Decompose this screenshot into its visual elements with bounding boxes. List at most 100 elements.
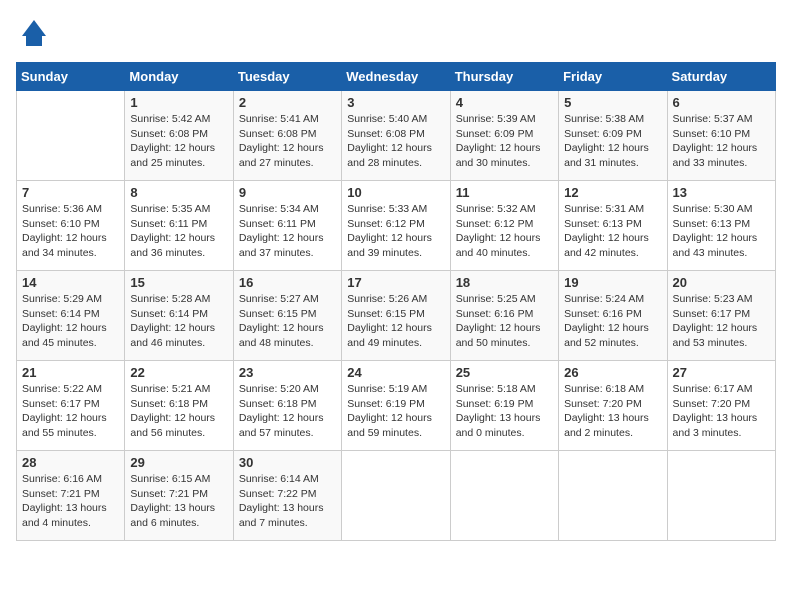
day-info: Sunrise: 5:38 AM Sunset: 6:09 PM Dayligh…: [564, 112, 661, 171]
day-info: Sunrise: 6:17 AM Sunset: 7:20 PM Dayligh…: [673, 382, 770, 441]
day-cell: 28 Sunrise: 6:16 AM Sunset: 7:21 PM Dayli…: [17, 451, 125, 541]
day-number: 22: [130, 365, 227, 380]
day-number: 1: [130, 95, 227, 110]
day-number: 8: [130, 185, 227, 200]
day-cell: 15 Sunrise: 5:28 AM Sunset: 6:14 PM Dayli…: [125, 271, 233, 361]
day-cell: 27 Sunrise: 6:17 AM Sunset: 7:20 PM Dayli…: [667, 361, 775, 451]
day-number: 16: [239, 275, 336, 290]
logo-icon: [16, 16, 52, 52]
day-number: 17: [347, 275, 444, 290]
day-number: 13: [673, 185, 770, 200]
day-info: Sunrise: 5:42 AM Sunset: 6:08 PM Dayligh…: [130, 112, 227, 171]
day-info: Sunrise: 5:30 AM Sunset: 6:13 PM Dayligh…: [673, 202, 770, 261]
day-info: Sunrise: 5:40 AM Sunset: 6:08 PM Dayligh…: [347, 112, 444, 171]
day-cell: [450, 451, 558, 541]
day-number: 24: [347, 365, 444, 380]
day-info: Sunrise: 5:18 AM Sunset: 6:19 PM Dayligh…: [456, 382, 553, 441]
day-info: Sunrise: 5:20 AM Sunset: 6:18 PM Dayligh…: [239, 382, 336, 441]
day-info: Sunrise: 5:24 AM Sunset: 6:16 PM Dayligh…: [564, 292, 661, 351]
day-info: Sunrise: 5:26 AM Sunset: 6:15 PM Dayligh…: [347, 292, 444, 351]
day-cell: 26 Sunrise: 6:18 AM Sunset: 7:20 PM Dayli…: [559, 361, 667, 451]
day-info: Sunrise: 5:36 AM Sunset: 6:10 PM Dayligh…: [22, 202, 119, 261]
day-number: 30: [239, 455, 336, 470]
day-number: 4: [456, 95, 553, 110]
header-monday: Monday: [125, 63, 233, 91]
day-cell: 10 Sunrise: 5:33 AM Sunset: 6:12 PM Dayli…: [342, 181, 450, 271]
day-cell: 20 Sunrise: 5:23 AM Sunset: 6:17 PM Dayli…: [667, 271, 775, 361]
day-number: 12: [564, 185, 661, 200]
page-header: [16, 16, 776, 52]
day-info: Sunrise: 5:34 AM Sunset: 6:11 PM Dayligh…: [239, 202, 336, 261]
day-cell: [559, 451, 667, 541]
day-number: 23: [239, 365, 336, 380]
day-number: 10: [347, 185, 444, 200]
day-cell: 22 Sunrise: 5:21 AM Sunset: 6:18 PM Dayli…: [125, 361, 233, 451]
day-cell: 1 Sunrise: 5:42 AM Sunset: 6:08 PM Daylig…: [125, 91, 233, 181]
day-cell: 12 Sunrise: 5:31 AM Sunset: 6:13 PM Dayli…: [559, 181, 667, 271]
day-number: 9: [239, 185, 336, 200]
day-number: 28: [22, 455, 119, 470]
day-info: Sunrise: 6:16 AM Sunset: 7:21 PM Dayligh…: [22, 472, 119, 531]
day-number: 25: [456, 365, 553, 380]
day-cell: 14 Sunrise: 5:29 AM Sunset: 6:14 PM Dayli…: [17, 271, 125, 361]
day-number: 26: [564, 365, 661, 380]
day-info: Sunrise: 6:15 AM Sunset: 7:21 PM Dayligh…: [130, 472, 227, 531]
header-saturday: Saturday: [667, 63, 775, 91]
week-row-4: 21 Sunrise: 5:22 AM Sunset: 6:17 PM Dayli…: [17, 361, 776, 451]
week-row-3: 14 Sunrise: 5:29 AM Sunset: 6:14 PM Dayli…: [17, 271, 776, 361]
calendar-header-row: SundayMondayTuesdayWednesdayThursdayFrid…: [17, 63, 776, 91]
day-number: 20: [673, 275, 770, 290]
week-row-1: 1 Sunrise: 5:42 AM Sunset: 6:08 PM Daylig…: [17, 91, 776, 181]
day-number: 27: [673, 365, 770, 380]
day-number: 29: [130, 455, 227, 470]
day-cell: 13 Sunrise: 5:30 AM Sunset: 6:13 PM Dayli…: [667, 181, 775, 271]
day-cell: 9 Sunrise: 5:34 AM Sunset: 6:11 PM Daylig…: [233, 181, 341, 271]
day-number: 3: [347, 95, 444, 110]
day-cell: 11Sunrise: 5:32 AM Sunset: 6:12 PM Dayli…: [450, 181, 558, 271]
day-cell: 17 Sunrise: 5:26 AM Sunset: 6:15 PM Dayli…: [342, 271, 450, 361]
day-info: Sunrise: 5:28 AM Sunset: 6:14 PM Dayligh…: [130, 292, 227, 351]
day-cell: 6Sunrise: 5:37 AM Sunset: 6:10 PM Daylig…: [667, 91, 775, 181]
day-cell: 30 Sunrise: 6:14 AM Sunset: 7:22 PM Dayli…: [233, 451, 341, 541]
day-info: Sunrise: 5:21 AM Sunset: 6:18 PM Dayligh…: [130, 382, 227, 441]
header-sunday: Sunday: [17, 63, 125, 91]
day-info: Sunrise: 5:23 AM Sunset: 6:17 PM Dayligh…: [673, 292, 770, 351]
day-cell: [342, 451, 450, 541]
day-info: Sunrise: 5:19 AM Sunset: 6:19 PM Dayligh…: [347, 382, 444, 441]
day-cell: 3 Sunrise: 5:40 AM Sunset: 6:08 PM Daylig…: [342, 91, 450, 181]
day-cell: 2Sunrise: 5:41 AM Sunset: 6:08 PM Daylig…: [233, 91, 341, 181]
day-cell: 21 Sunrise: 5:22 AM Sunset: 6:17 PM Dayli…: [17, 361, 125, 451]
day-number: 15: [130, 275, 227, 290]
day-cell: [667, 451, 775, 541]
day-info: Sunrise: 5:27 AM Sunset: 6:15 PM Dayligh…: [239, 292, 336, 351]
day-info: Sunrise: 5:35 AM Sunset: 6:11 PM Dayligh…: [130, 202, 227, 261]
day-number: 18: [456, 275, 553, 290]
day-info: Sunrise: 5:25 AM Sunset: 6:16 PM Dayligh…: [456, 292, 553, 351]
day-cell: 29 Sunrise: 6:15 AM Sunset: 7:21 PM Dayli…: [125, 451, 233, 541]
day-info: Sunrise: 5:22 AM Sunset: 6:17 PM Dayligh…: [22, 382, 119, 441]
logo: [16, 16, 56, 52]
day-cell: 7Sunrise: 5:36 AM Sunset: 6:10 PM Daylig…: [17, 181, 125, 271]
header-wednesday: Wednesday: [342, 63, 450, 91]
day-info: Sunrise: 6:14 AM Sunset: 7:22 PM Dayligh…: [239, 472, 336, 531]
day-number: 6: [673, 95, 770, 110]
day-cell: [17, 91, 125, 181]
header-thursday: Thursday: [450, 63, 558, 91]
header-tuesday: Tuesday: [233, 63, 341, 91]
day-cell: 25 Sunrise: 5:18 AM Sunset: 6:19 PM Dayli…: [450, 361, 558, 451]
day-info: Sunrise: 5:31 AM Sunset: 6:13 PM Dayligh…: [564, 202, 661, 261]
day-number: 14: [22, 275, 119, 290]
day-info: Sunrise: 5:29 AM Sunset: 6:14 PM Dayligh…: [22, 292, 119, 351]
day-number: 21: [22, 365, 119, 380]
day-cell: 4Sunrise: 5:39 AM Sunset: 6:09 PM Daylig…: [450, 91, 558, 181]
day-number: 19: [564, 275, 661, 290]
day-number: 2: [239, 95, 336, 110]
day-info: Sunrise: 5:33 AM Sunset: 6:12 PM Dayligh…: [347, 202, 444, 261]
day-cell: 18 Sunrise: 5:25 AM Sunset: 6:16 PM Dayli…: [450, 271, 558, 361]
day-number: 5: [564, 95, 661, 110]
day-cell: 19 Sunrise: 5:24 AM Sunset: 6:16 PM Dayli…: [559, 271, 667, 361]
day-cell: 23 Sunrise: 5:20 AM Sunset: 6:18 PM Dayli…: [233, 361, 341, 451]
header-friday: Friday: [559, 63, 667, 91]
day-cell: 5 Sunrise: 5:38 AM Sunset: 6:09 PM Daylig…: [559, 91, 667, 181]
day-info: Sunrise: 6:18 AM Sunset: 7:20 PM Dayligh…: [564, 382, 661, 441]
